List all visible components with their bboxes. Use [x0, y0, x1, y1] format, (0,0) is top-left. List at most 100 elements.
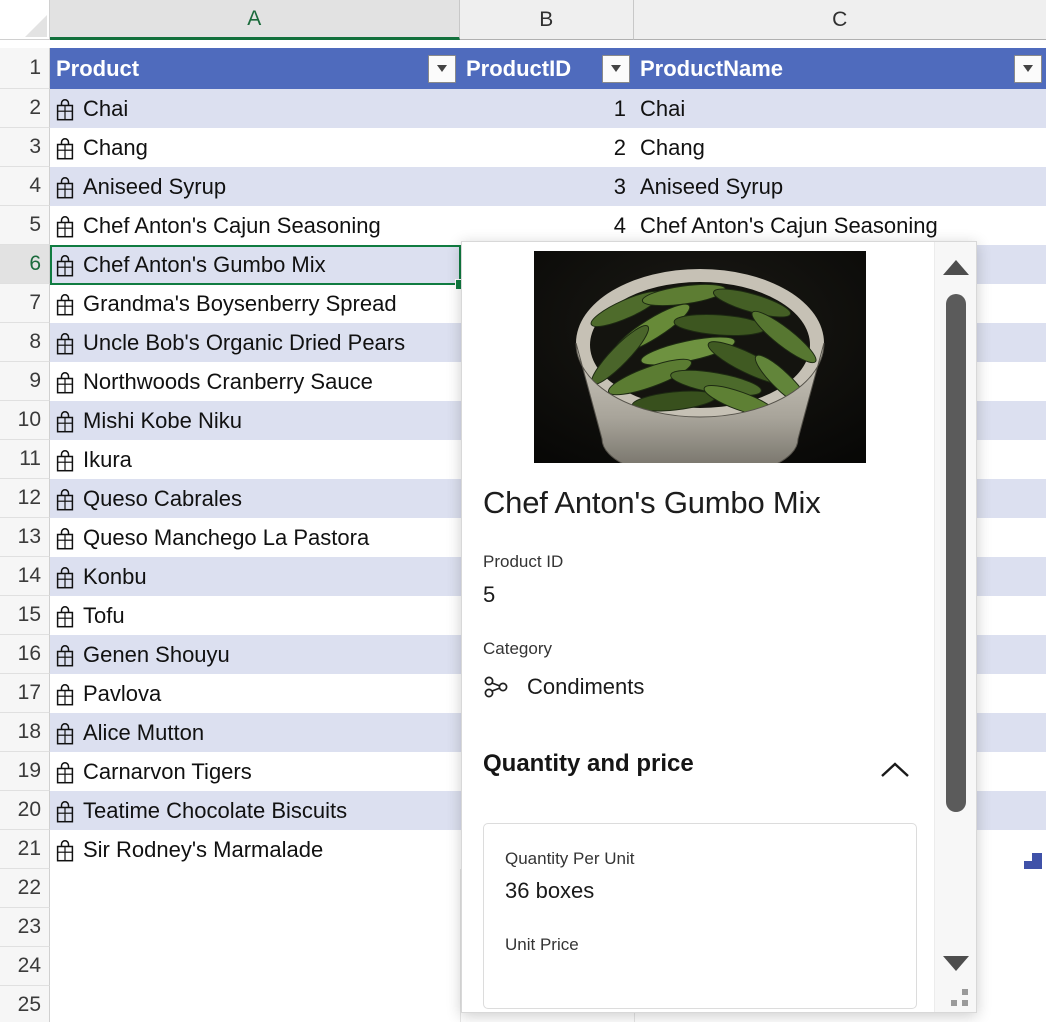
cell-product[interactable]: Alice Mutton: [50, 713, 460, 752]
cell-product[interactable]: Northwoods Cranberry Sauce: [50, 362, 460, 401]
cell-product-id[interactable]: 3: [460, 167, 634, 206]
cell-product-label: Grandma's Boysenberry Spread: [83, 290, 397, 316]
row-header-15[interactable]: 15: [0, 596, 50, 635]
column-header-b[interactable]: B: [460, 0, 634, 40]
row-header-17[interactable]: 17: [0, 674, 50, 713]
cell-product[interactable]: Aniseed Syrup: [50, 167, 460, 206]
row-header-1[interactable]: 1: [0, 48, 50, 89]
table-resize-corner[interactable]: [1024, 853, 1042, 871]
row-header-7[interactable]: 7: [0, 284, 50, 323]
empty-cell[interactable]: [50, 947, 460, 986]
scroll-up-arrow-icon[interactable]: [935, 246, 976, 288]
product-card-flyout[interactable]: Chef Anton's Gumbo Mix Product ID 5 Cate…: [461, 241, 977, 1013]
cell-product[interactable]: Konbu: [50, 557, 460, 596]
empty-cell[interactable]: [50, 986, 460, 1022]
row-header-21[interactable]: 21: [0, 830, 50, 869]
product-bag-icon: [56, 98, 74, 121]
row-header-13[interactable]: 13: [0, 518, 50, 557]
cell-product[interactable]: Queso Manchego La Pastora: [50, 518, 460, 557]
cell-product-id[interactable]: 2: [460, 128, 634, 167]
table-header-product: Product: [50, 48, 460, 89]
product-bag-icon: [56, 605, 74, 628]
cell-product-name[interactable]: Chang: [634, 128, 1046, 167]
cell-product-label: Konbu: [83, 563, 147, 589]
row-header-label: 11: [19, 447, 41, 470]
cell-product[interactable]: Grandma's Boysenberry Spread: [50, 284, 460, 323]
cell-product[interactable]: Ikura: [50, 440, 460, 479]
cell-product[interactable]: Queso Cabrales: [50, 479, 460, 518]
row-header-25[interactable]: 25: [0, 986, 50, 1022]
row-header-11[interactable]: 11: [0, 440, 50, 479]
table-row[interactable]: Chai 1 Chai: [50, 89, 1046, 129]
product-bag-icon: [56, 488, 74, 511]
filter-dropdown-icon[interactable]: [602, 54, 630, 83]
product-bag-icon: [56, 644, 74, 667]
row-header-5[interactable]: 5: [0, 206, 50, 245]
card-scrollbar[interactable]: [934, 242, 976, 1012]
cell-product[interactable]: Mishi Kobe Niku: [50, 401, 460, 440]
table-header-row: Product ProductID ProductName: [50, 48, 1046, 89]
cell-product[interactable]: Chef Anton's Cajun Seasoning: [50, 206, 460, 245]
row-header-6[interactable]: 6: [0, 245, 50, 284]
quantity-and-price-subcard: Quantity Per Unit 36 boxes Unit Price: [483, 823, 917, 1009]
cell-product[interactable]: Pavlova: [50, 674, 460, 713]
scrollbar-thumb[interactable]: [946, 294, 966, 812]
resize-grip-icon[interactable]: [951, 989, 969, 1007]
product-bag-icon: [56, 449, 74, 472]
row-header-8[interactable]: 8: [0, 323, 50, 362]
excel-worksheet: A B C 1 2 3 4 5 6 7 8 9 10 11 12 13 14 15 16 17 18 19 20 21 2…: [0, 0, 1046, 1022]
cell-product[interactable]: Genen Shouyu: [50, 635, 460, 674]
row-header-2[interactable]: 2: [0, 89, 50, 128]
cell-product[interactable]: Chang: [50, 128, 460, 167]
cell-product[interactable]: Teatime Chocolate Biscuits: [50, 791, 460, 830]
cell-product-name[interactable]: Chai: [634, 89, 1046, 128]
cell-product[interactable]: Sir Rodney's Marmalade: [50, 830, 460, 869]
row-header-23[interactable]: 23: [0, 908, 50, 947]
row-header-16[interactable]: 16: [0, 635, 50, 674]
product-bag-icon: [56, 176, 74, 199]
filter-dropdown-icon[interactable]: [428, 54, 456, 83]
table-row[interactable]: Chang 2 Chang: [50, 128, 1046, 168]
cell-product[interactable]: Carnarvon Tigers: [50, 752, 460, 791]
column-header-c[interactable]: C: [634, 0, 1046, 40]
row-header-10[interactable]: 10: [0, 401, 50, 440]
row-header-24[interactable]: 24: [0, 947, 50, 986]
select-all-corner[interactable]: [0, 0, 50, 40]
column-header-a[interactable]: A: [50, 0, 460, 40]
product-bag-icon: [56, 215, 74, 238]
cell-product-name[interactable]: Chef Anton's Cajun Seasoning: [634, 206, 1046, 245]
cell-product-name[interactable]: Aniseed Syrup: [634, 167, 1046, 206]
cell-product[interactable]: Chef Anton's Gumbo Mix: [50, 245, 460, 284]
cell-product[interactable]: Uncle Bob's Organic Dried Pears: [50, 323, 460, 362]
row-header-19[interactable]: 19: [0, 752, 50, 791]
cell-product-label: Chef Anton's Cajun Seasoning: [83, 212, 381, 238]
product-bag-icon: [56, 800, 74, 823]
scroll-down-arrow-icon[interactable]: [935, 942, 976, 984]
row-header-label: 15: [17, 603, 41, 626]
filter-dropdown-icon[interactable]: [1014, 54, 1042, 83]
cell-product-label: Chai: [83, 95, 129, 121]
cell-product-id[interactable]: 1: [460, 89, 634, 128]
row-header-14[interactable]: 14: [0, 557, 50, 596]
cell-product[interactable]: Chai: [50, 89, 460, 128]
row-header-4[interactable]: 4: [0, 167, 50, 206]
row-header-9[interactable]: 9: [0, 362, 50, 401]
cell-product-label: Pavlova: [83, 680, 162, 706]
row-header-20[interactable]: 20: [0, 791, 50, 830]
row-header-label: 23: [17, 915, 41, 938]
product-bag-icon: [56, 527, 74, 550]
row-header-12[interactable]: 12: [0, 479, 50, 518]
row-header-18[interactable]: 18: [0, 713, 50, 752]
cell-product-id[interactable]: 4: [460, 206, 634, 245]
empty-cell[interactable]: [50, 908, 460, 947]
row-header-3[interactable]: 3: [0, 128, 50, 167]
table-row[interactable]: Chef Anton's Cajun Seasoning 4 Chef Anton'…: [50, 206, 1046, 246]
chevron-up-icon[interactable]: [872, 754, 918, 788]
row-header-label: 19: [17, 759, 41, 782]
product-bag-icon: [56, 683, 74, 706]
table-row[interactable]: Aniseed Syrup 3 Aniseed Syrup: [50, 167, 1046, 207]
cell-product[interactable]: Tofu: [50, 596, 460, 635]
row-header-label: 12: [17, 486, 41, 509]
empty-cell[interactable]: [50, 869, 460, 908]
row-header-22[interactable]: 22: [0, 869, 50, 908]
